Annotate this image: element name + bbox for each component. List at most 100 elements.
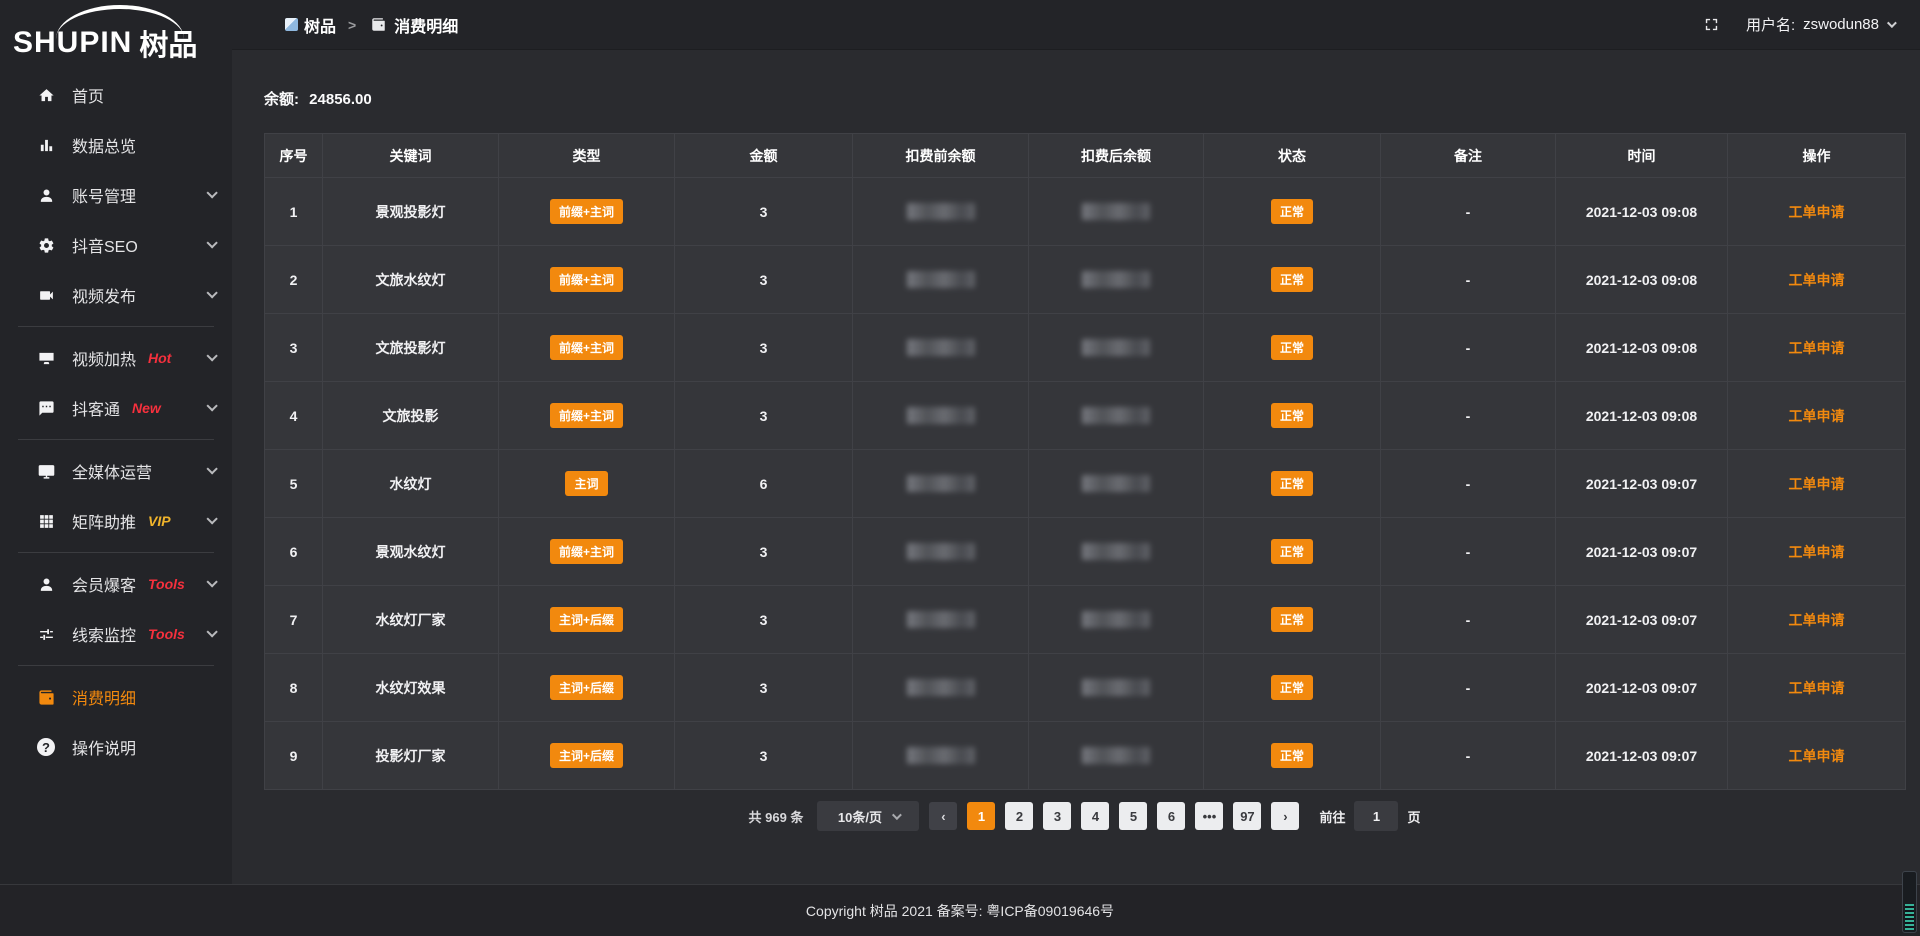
sidebar-item-全媒体运营[interactable]: 全媒体运营 <box>0 446 232 496</box>
page-button-5[interactable]: 5 <box>1119 802 1147 830</box>
ticket-apply-link[interactable]: 工单申请 <box>1789 204 1845 220</box>
goto-page-input[interactable] <box>1354 801 1398 831</box>
sidebar-item-视频发布[interactable]: 视频发布 <box>0 270 232 320</box>
breadcrumb-label: 消费明细 <box>394 13 458 37</box>
cell-balance-after <box>1029 314 1204 382</box>
sidebar-item-抖客通[interactable]: 抖客通New <box>0 383 232 433</box>
sidebar-item-消费明细[interactable]: 消费明细 <box>0 672 232 722</box>
cell-remark: - <box>1381 586 1556 654</box>
menu-divider <box>18 439 214 440</box>
page-button-4[interactable]: 4 <box>1081 802 1109 830</box>
cell-remark: - <box>1381 382 1556 450</box>
chevron-down-icon <box>1887 18 1897 28</box>
table-row: 3文旅投影灯前缀+主词3正常-2021-12-03 09:08工单申请 <box>265 314 1906 382</box>
blurred-value <box>1082 271 1150 288</box>
status-badge: 正常 <box>1271 471 1313 496</box>
scrollbar-widget[interactable] <box>1902 871 1917 933</box>
cell-index: 5 <box>265 450 323 518</box>
page-button-1[interactable]: 1 <box>967 802 995 830</box>
sidebar-item-label: 矩阵助推 <box>72 509 136 533</box>
ticket-apply-link[interactable]: 工单申请 <box>1789 748 1845 764</box>
cell-index: 7 <box>265 586 323 654</box>
page-button-6[interactable]: 6 <box>1157 802 1185 830</box>
page-button-3[interactable]: 3 <box>1043 802 1071 830</box>
consumption-table: 序号关键词类型金额扣费前余额扣费后余额状态备注时间操作 1景观投影灯前缀+主词3… <box>264 133 1906 790</box>
cell-action: 工单申请 <box>1728 246 1906 314</box>
cell-keyword: 景观投影灯 <box>323 178 499 246</box>
cell-remark: - <box>1381 450 1556 518</box>
cell-balance-before <box>853 246 1029 314</box>
cell-amount: 3 <box>675 654 853 722</box>
blurred-value <box>1082 203 1150 220</box>
cell-type: 主词+后缀 <box>499 722 675 790</box>
cell-status: 正常 <box>1204 654 1381 722</box>
blurred-value <box>907 271 975 288</box>
app-logo[interactable]: SHUPIN 树品 <box>0 0 232 66</box>
cell-keyword: 投影灯厂家 <box>323 722 499 790</box>
menu-tag-New: New <box>132 400 161 416</box>
sidebar-item-数据总览[interactable]: 数据总览 <box>0 120 232 170</box>
menu-divider <box>18 326 214 327</box>
cell-amount: 3 <box>675 246 853 314</box>
sidebar-item-操作说明[interactable]: ?操作说明 <box>0 722 232 772</box>
page-button-2[interactable]: 2 <box>1005 802 1033 830</box>
wallet-icon <box>368 17 388 32</box>
column-header-备注: 备注 <box>1381 134 1556 178</box>
monitor-icon <box>36 463 56 480</box>
user-icon <box>36 187 56 204</box>
cell-balance-before <box>853 586 1029 654</box>
fullscreen-icon[interactable] <box>1703 16 1720 33</box>
status-badge: 正常 <box>1271 743 1313 768</box>
ticket-apply-link[interactable]: 工单申请 <box>1789 680 1845 696</box>
ticket-apply-link[interactable]: 工单申请 <box>1789 272 1845 288</box>
username-label: 用户名: <box>1746 14 1795 35</box>
sidebar-item-抖音SEO[interactable]: 抖音SEO <box>0 220 232 270</box>
ticket-apply-link[interactable]: 工单申请 <box>1789 544 1845 560</box>
type-badge: 前缀+主词 <box>550 403 623 428</box>
sidebar-item-矩阵助推[interactable]: 矩阵助推 VIP <box>0 496 232 546</box>
prev-page-button[interactable]: ‹ <box>929 802 957 830</box>
chevron-down-icon <box>206 287 217 298</box>
cell-remark: - <box>1381 246 1556 314</box>
cell-action: 工单申请 <box>1728 382 1906 450</box>
cell-remark: - <box>1381 722 1556 790</box>
cell-balance-after <box>1029 518 1204 586</box>
ticket-apply-link[interactable]: 工单申请 <box>1789 408 1845 424</box>
screen-icon <box>36 350 56 367</box>
more-pages-button[interactable]: ••• <box>1195 802 1223 830</box>
ticket-apply-link[interactable]: 工单申请 <box>1789 340 1845 356</box>
cell-type: 主词+后缀 <box>499 586 675 654</box>
sidebar-item-首页[interactable]: 首页 <box>0 70 232 120</box>
page-button-97[interactable]: 97 <box>1233 802 1261 830</box>
column-header-类型: 类型 <box>499 134 675 178</box>
cell-status: 正常 <box>1204 382 1381 450</box>
next-page-button[interactable]: › <box>1271 802 1299 830</box>
chat-icon <box>36 400 56 417</box>
sidebar-item-视频加热[interactable]: 视频加热Hot <box>0 333 232 383</box>
ticket-apply-link[interactable]: 工单申请 <box>1789 612 1845 628</box>
breadcrumb-item-树品[interactable]: 树品 <box>285 13 336 37</box>
cell-index: 3 <box>265 314 323 382</box>
sidebar-item-账号管理[interactable]: 账号管理 <box>0 170 232 220</box>
user-icon <box>36 576 56 593</box>
breadcrumb-item-消费明细[interactable]: 消费明细 <box>368 13 458 37</box>
cell-balance-before <box>853 314 1029 382</box>
cell-time: 2021-12-03 09:07 <box>1556 654 1728 722</box>
blurred-value <box>1082 679 1150 696</box>
ticket-apply-link[interactable]: 工单申请 <box>1789 476 1845 492</box>
sidebar-item-label: 账号管理 <box>72 183 136 207</box>
type-badge: 前缀+主词 <box>550 199 623 224</box>
page-size-select[interactable]: 10条/页 <box>817 801 919 831</box>
blurred-value <box>1082 339 1150 356</box>
breadcrumb: 树品>消费明细 <box>285 13 458 37</box>
cell-status: 正常 <box>1204 178 1381 246</box>
type-badge: 前缀+主词 <box>550 335 623 360</box>
user-dropdown[interactable]: 用户名: zswodun88 <box>1746 14 1894 35</box>
cell-index: 2 <box>265 246 323 314</box>
menu-tag-VIP: VIP <box>148 513 171 529</box>
main-content: 余额: 24856.00 序号关键词类型金额扣费前余额扣费后余额状态备注时间操作… <box>232 50 1920 884</box>
video-icon <box>36 287 56 304</box>
sidebar-item-会员爆客[interactable]: 会员爆客Tools <box>0 559 232 609</box>
column-header-序号: 序号 <box>265 134 323 178</box>
sidebar-item-线索监控[interactable]: 线索监控Tools <box>0 609 232 659</box>
